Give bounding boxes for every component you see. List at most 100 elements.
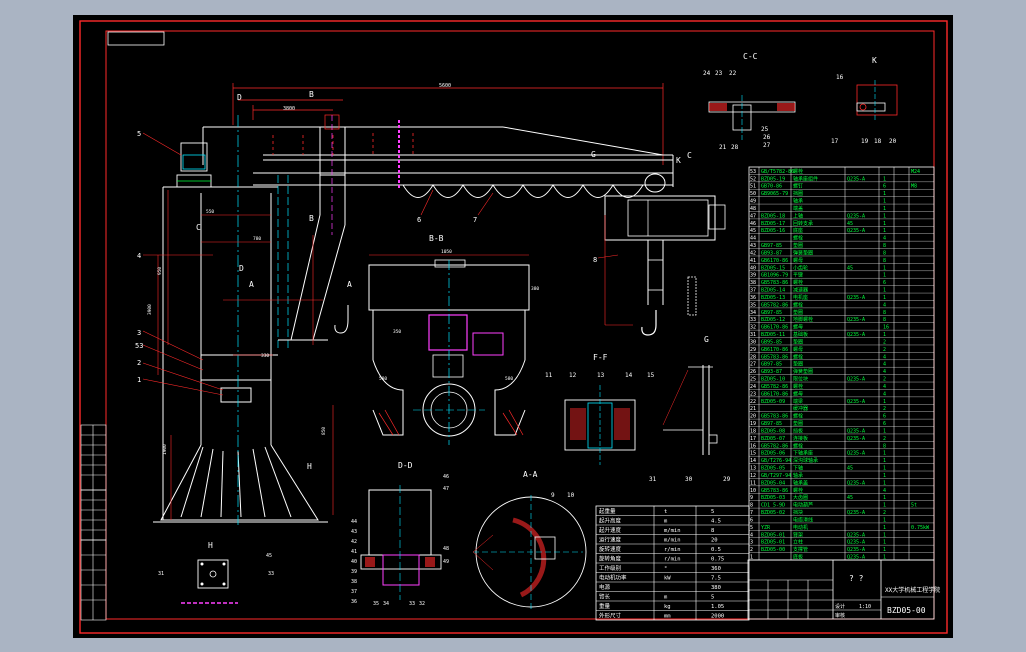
main-elevation-view: 5600 3800 550 780 3900 950 1900 850 330 … — [135, 83, 692, 525]
dd-balloon-39: 39 — [351, 569, 357, 575]
bom-item-material: Q235-A — [847, 332, 865, 338]
bom-item-number: 31 — [750, 332, 756, 338]
bom-item-name: 电动机 — [793, 524, 808, 531]
tech-param-value: 0.5 — [711, 547, 721, 553]
view-g: G 31 30 29 — [649, 335, 731, 483]
bom-item-name: 挡块 — [793, 509, 803, 516]
g-balloon-29: 29 — [723, 476, 731, 483]
bom-item-quantity: 1 — [883, 517, 886, 523]
tech-param-name: 起升速度 — [599, 526, 622, 534]
bom-item-quantity: 8 — [883, 243, 886, 249]
bom-item-number: 21 — [750, 406, 756, 412]
bom-item-material: Q235-A — [847, 547, 865, 553]
bom-item-code: BZD05-17 — [761, 221, 785, 227]
bom-item-code: BZD05-09 — [761, 399, 785, 405]
bom-item-name: 减速器 — [793, 287, 808, 294]
bom-item-quantity: 1 — [883, 466, 886, 472]
marker-b1: B — [309, 90, 314, 99]
k-balloon-20: 20 — [889, 138, 897, 145]
bom-item-quantity: 1 — [883, 332, 886, 338]
bom-item-name: 轴承座组件 — [793, 175, 818, 182]
bom-item-number: 25 — [750, 377, 756, 383]
bom-item-name: 垫圈 — [793, 242, 803, 249]
tech-param-name: 工作级别 — [599, 564, 621, 572]
bom-item-number: 49 — [750, 199, 756, 205]
bom-item-number: 48 — [750, 206, 756, 212]
bom-item-code: GB97-85 — [761, 310, 782, 316]
bom-item-code: GB97-85 — [761, 243, 782, 249]
bom-item-number: 14 — [750, 458, 756, 464]
bom-item-quantity: 1 — [883, 480, 886, 486]
bom-item-name: 轴承 — [793, 198, 803, 205]
cc-balloon-23: 23 — [715, 70, 723, 77]
bom-item-quantity: 1 — [883, 273, 886, 279]
bom-item-quantity: 1 — [883, 547, 886, 553]
bom-item-material: 45 — [847, 221, 853, 227]
bom-item-note: 5t — [911, 503, 917, 509]
bom-item-code: BZD05-10 — [761, 377, 785, 383]
bom-item-number: 10 — [750, 488, 756, 494]
bom-item-name: 基础板 — [793, 331, 808, 338]
dd-balloon-36: 36 — [351, 599, 357, 605]
bom-item-quantity: 1 — [883, 473, 886, 479]
bom-item-name: 回转支承 — [793, 220, 813, 227]
ff-balloon-11: 11 — [545, 372, 553, 379]
bom-item-quantity: 4 — [883, 354, 886, 360]
bom-item-quantity: 8 — [883, 258, 886, 264]
bom-item-number: 36 — [750, 295, 756, 301]
bom-item-quantity: 2 — [883, 377, 886, 383]
bom-item-quantity: 6 — [883, 184, 886, 190]
dd-balloon-42: 42 — [351, 539, 357, 545]
bom-item-number: 11 — [750, 480, 756, 486]
bill-of-materials: 53 GB/T5782-86螺栓 M2452 BZD05-19 轴承座组件 Q235-A 1… — [748, 166, 935, 561]
k-balloon-19: 19 — [861, 138, 869, 145]
view-k: K 16 17 19 18 20 — [831, 56, 898, 145]
tech-param-value: 5 — [711, 509, 714, 515]
bom-item-quantity: 1 — [883, 428, 886, 434]
view-cc-label: C-C — [743, 52, 758, 61]
bom-item-code: GB6170-86 — [761, 325, 788, 331]
bom-item-quantity: 8 — [883, 443, 886, 449]
bom-item-name: 螺母 — [793, 257, 803, 264]
dd-balloon-43: 43 — [351, 529, 357, 535]
cc-balloon-28: 28 — [731, 144, 739, 151]
dd-balloon-49: 49 — [443, 559, 449, 565]
bom-item-code: BZD05-08 — [761, 428, 785, 434]
marker-a1: A — [249, 280, 254, 289]
dim-bb-right: 580 — [505, 376, 513, 382]
bom-item-number: 13 — [750, 466, 756, 472]
bom-item-number: 40 — [750, 265, 756, 271]
bom-item-name: 螺钉 — [793, 183, 803, 190]
title-company: XX大学机械工程学院 — [885, 586, 940, 594]
title-label-check: 审核 — [835, 612, 845, 619]
tech-param-unit: kW — [664, 576, 671, 582]
bom-item-quantity: 2 — [883, 510, 886, 516]
k-balloon-16: 16 — [836, 74, 844, 81]
dim-col-h2: 950 — [157, 267, 163, 275]
bom-item-name: 垫圈 — [793, 420, 803, 427]
bom-item-quantity: 8 — [883, 310, 886, 316]
bom-item-quantity: 6 — [883, 421, 886, 427]
bom-item-name: 地脚螺栓 — [793, 316, 813, 323]
marker-b2: B — [309, 214, 314, 223]
balloon-5: 5 — [137, 130, 141, 138]
bom-item-name: 大齿圈 — [793, 494, 808, 501]
bom-item-name: 螺栓 — [793, 301, 803, 308]
section-cc: C-C 24 23 22 25 26 21 28 27 — [703, 52, 796, 151]
bom-item-quantity: 1 — [883, 540, 886, 546]
bom-item-quantity: 2 — [883, 436, 886, 442]
cad-drawing: 5600 3800 550 780 3900 950 1900 850 330 … — [79, 20, 948, 634]
tech-param-value: 380 — [711, 585, 721, 591]
bom-item-code: BZD05-03 — [761, 495, 785, 501]
dd-balloon-40: 40 — [351, 559, 357, 565]
section-bb: B-B 1050 380 580 580 350 — [368, 234, 539, 445]
drawing-sheet: 5600 3800 550 780 3900 950 1900 850 330 … — [73, 15, 953, 638]
g-balloon-31: 31 — [649, 476, 657, 483]
bom-item-name: 螺栓 — [793, 442, 803, 449]
bom-item-code: CD1 5-9D — [761, 503, 785, 509]
tech-param-value: 0.75 — [711, 557, 724, 563]
tech-param-unit: r/min — [664, 547, 681, 553]
bom-item-quantity: 1 — [883, 199, 886, 205]
bom-item-number: 9 — [750, 495, 753, 501]
bom-item-name: 挡圈 — [793, 190, 803, 197]
